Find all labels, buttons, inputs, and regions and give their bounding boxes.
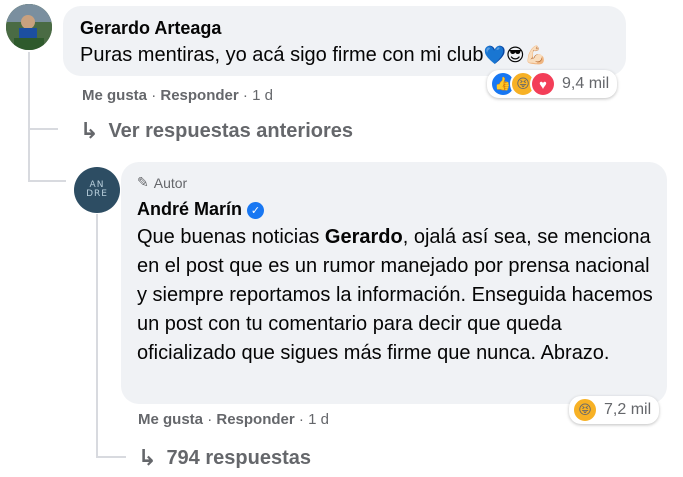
view-previous-label: Ver respuestas anteriores [108,119,354,142]
reply-arrow-icon: ↳ [138,445,157,470]
avatar[interactable]: AN DRE [74,167,120,213]
avatar-logo: AN DRE [86,180,108,199]
separator: · [298,411,309,428]
comment-emoji: 💙😎💪🏻 [483,45,548,65]
author-badge: ✎ Autor [137,174,187,191]
timestamp[interactable]: 1 d [252,87,273,104]
separator: · [242,87,253,104]
comment-bubble: Gerardo Arteaga Puras mentiras, yo acá s… [63,6,626,76]
love-reaction-icon: ♥ [530,71,556,97]
replies-count-label: 794 respuestas [166,446,311,469]
reaction-count: 9,4 mil [562,75,610,92]
reply-arrow-icon: ↳ [80,118,99,143]
verified-icon: ✓ [247,202,265,219]
thread-line [96,456,126,458]
reactions-summary[interactable]: 😝 7,2 mil [569,396,660,424]
like-button[interactable]: Me gusta [138,411,203,428]
reply-button[interactable]: Responder [216,411,294,428]
timestamp[interactable]: 1 d [308,411,329,428]
mentioned-user[interactable]: Gerardo [325,226,403,248]
like-button[interactable]: Me gusta [82,87,147,104]
separator: · [207,411,217,428]
reply-author[interactable]: André Marín ✓ [137,199,265,220]
thread-line [96,214,98,458]
thread-line [28,52,30,130]
reply-actions: Me gusta · Responder · 1 d [138,411,329,428]
reaction-count: 7,2 mil [604,401,652,418]
comment-text: Puras mentiras, yo acá sigo firme con mi… [80,41,547,70]
reply-text-part: Que buenas noticias [137,226,325,248]
reply-button[interactable]: Responder [160,87,238,104]
reactions-summary[interactable]: 👍 😝 ♥ 9,4 mil [487,70,618,98]
view-replies-link[interactable]: ↳ 794 respuestas [138,445,311,471]
pencil-icon: ✎ [137,174,149,190]
thread-line [28,130,30,182]
reply-text: Que buenas noticias Gerardo, ojalá así s… [137,223,657,368]
comment-author[interactable]: Gerardo Arteaga [80,18,221,39]
reply-bubble: ✎ Autor André Marín ✓ Que buenas noticias… [121,162,667,404]
separator: · [151,87,161,104]
comment-text-body: Puras mentiras, yo acá sigo firme con mi… [80,44,484,66]
comment-actions: Me gusta · Responder · 1 d [82,87,273,104]
thread-line [28,128,58,130]
haha-reaction-icon: 😝 [572,397,598,423]
thread-line [28,180,66,182]
author-badge-label: Autor [153,174,188,191]
avatar[interactable] [6,4,52,50]
reply-author-name[interactable]: André Marín [137,199,242,219]
view-previous-replies[interactable]: ↳ Ver respuestas anteriores [80,118,353,144]
